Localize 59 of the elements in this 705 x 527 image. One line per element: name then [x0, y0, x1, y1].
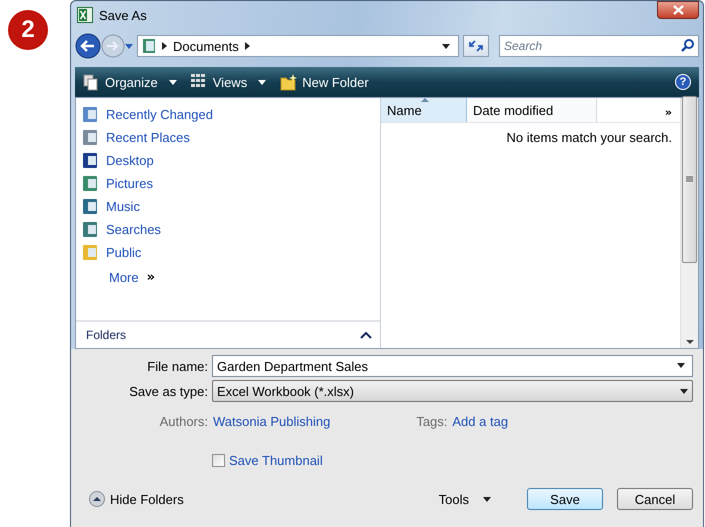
checkbox[interactable]: [212, 454, 225, 467]
toolbar-button[interactable]: New Folder: [280, 74, 369, 90]
step-badge: 2: [8, 10, 48, 50]
sidebar-item[interactable]: Music: [82, 197, 374, 215]
documents-icon: [83, 74, 100, 90]
folder-icon: [280, 74, 298, 90]
scrollbar[interactable]: [680, 98, 698, 348]
field-label: Tags:: [416, 414, 448, 429]
search-field[interactable]: Search: [499, 35, 699, 57]
sidebar-item[interactable]: Searches: [82, 220, 374, 238]
more-columns-button[interactable]: »: [664, 106, 672, 119]
caret-icon: [680, 388, 688, 394]
collapse-icon: [89, 491, 105, 507]
close-button[interactable]: [657, 1, 699, 19]
column-header[interactable]: Date modified: [467, 98, 597, 122]
refresh-button[interactable]: [463, 35, 489, 57]
tags-link[interactable]: Add a tag: [452, 414, 508, 429]
chevron-icon: [162, 42, 167, 50]
search-icon[interactable]: [681, 39, 694, 52]
empty-message: No items match your search.: [506, 130, 672, 145]
collapse-icon[interactable]: [360, 332, 372, 338]
tools-menu[interactable]: Tools: [438, 492, 491, 506]
sidebar-item[interactable]: Recently Changed: [82, 105, 374, 123]
grip-icon: [686, 176, 693, 182]
help-button[interactable]: ?: [675, 74, 691, 90]
field-label: Authors:: [158, 414, 208, 429]
caret-icon: [483, 496, 491, 502]
cancel-button[interactable]: Cancel: [617, 488, 693, 510]
dropdown-icon[interactable]: [442, 44, 450, 48]
field-label: File name:: [146, 358, 208, 374]
sidebar-item[interactable]: Pictures: [82, 174, 374, 192]
checkbox-label[interactable]: Save Thumbnail: [229, 453, 323, 468]
more-link[interactable]: More: [109, 270, 139, 285]
sidebar-item[interactable]: Desktop: [82, 151, 374, 169]
spreadsheet-icon: [77, 7, 93, 23]
library-icon: [142, 38, 156, 54]
field-label: Save as type:: [128, 384, 208, 398]
toolbar-button[interactable]: Organize: [83, 74, 177, 90]
more-chevron[interactable]: »: [146, 270, 156, 285]
refresh-icon: [468, 39, 484, 53]
address-bar[interactable]: Documents: [137, 35, 459, 57]
toolbar-button[interactable]: Views: [190, 74, 266, 90]
authors-link[interactable]: Watsonia Publishing: [213, 414, 330, 429]
file-name-field[interactable]: Garden Department Sales: [212, 355, 693, 377]
folders-label[interactable]: Folders: [86, 328, 126, 342]
file-type-dropdown[interactable]: Excel Workbook (*.xlsx): [212, 380, 693, 402]
window-title: Save As: [99, 8, 148, 22]
chevron-icon: [244, 42, 250, 50]
address-path[interactable]: Documents: [173, 38, 239, 54]
scroll-down-icon[interactable]: [686, 340, 694, 344]
sidebar-item[interactable]: Recent Places: [82, 128, 374, 146]
sidebar-item[interactable]: Public: [82, 243, 374, 261]
hide-folders-button[interactable]: Hide Folders: [89, 491, 439, 507]
back-button[interactable]: [75, 33, 101, 59]
dropdown-icon[interactable]: [677, 363, 685, 368]
save-button[interactable]: Save: [527, 488, 603, 510]
column-header[interactable]: Name: [381, 98, 467, 122]
recent-pages-button[interactable]: [125, 44, 133, 48]
close-icon: [672, 5, 684, 15]
